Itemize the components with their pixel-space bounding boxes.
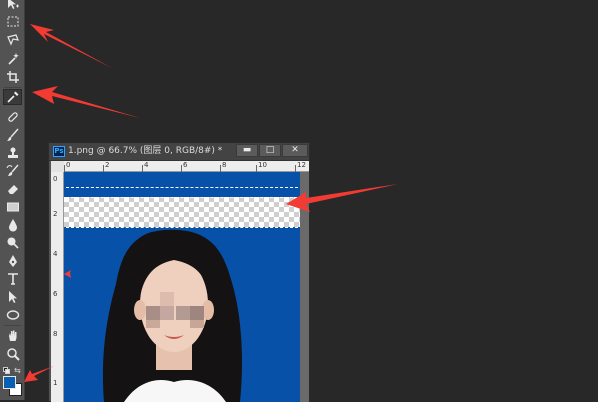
restore-button[interactable]: □ [259,144,281,157]
type-icon[interactable] [3,271,22,287]
vertical-ruler[interactable]: 0 2 4 6 8 1 [51,172,64,402]
eyedropper-icon[interactable] [3,89,22,105]
document-titlebar[interactable]: Ps 1.png @ 66.7% (图层 0, RGB/8#) * ▬ □ ✕ [49,143,309,161]
ruler-label: 8 [53,330,58,338]
photoshop-icon: Ps [53,146,65,157]
ruler-label: 12 [297,161,306,169]
scrollbar-track[interactable] [300,172,309,402]
horizontal-ruler[interactable]: 0 2 4 6 8 10 12 [64,161,309,172]
ruler-origin[interactable] [51,161,64,172]
ruler-label: 2 [53,210,58,218]
magic-wand-icon[interactable] [3,51,22,67]
history-brush-icon[interactable] [3,163,22,179]
ruler-label: 1 [53,379,58,387]
zoom-icon[interactable] [3,346,22,362]
polygonal-lasso-icon[interactable] [3,32,22,48]
ruler-label: 0 [66,161,71,169]
ruler-tick [64,165,65,172]
dodge-icon[interactable] [3,235,22,251]
hand-icon[interactable] [3,328,22,344]
clone-stamp-icon[interactable] [3,145,22,161]
ruler-label: 0 [53,175,58,183]
path-selection-icon[interactable] [3,289,22,305]
healing-brush-icon[interactable] [3,109,22,125]
ruler-tick [256,165,257,172]
foreground-color-swatch[interactable] [3,376,16,389]
ruler-label: 6 [53,290,58,298]
swap-colors-icon[interactable]: ⇆ [14,367,21,375]
document-title: 1.png @ 66.7% (图层 0, RGB/8#) * [68,146,223,156]
ruler-tick [181,165,182,172]
document-canvas[interactable] [64,172,300,402]
ruler-tick [220,165,221,172]
move-tool-icon[interactable] [3,0,22,12]
tool-separator [4,325,21,326]
blur-icon[interactable] [3,217,22,233]
tools-panel: ⇆ [0,0,25,400]
eraser-icon[interactable] [3,181,22,197]
ruler-label: 4 [144,161,149,169]
ruler-tick [295,165,296,172]
close-button[interactable]: ✕ [282,144,308,157]
rectangular-marquee-icon[interactable] [3,14,22,30]
ruler-label: 10 [258,161,267,169]
crop-icon[interactable] [3,69,22,85]
ruler-tick [103,165,104,172]
tool-separator [4,87,21,88]
ruler-label: 4 [53,250,58,258]
ruler-label: 2 [105,161,110,169]
document-window: Ps 1.png @ 66.7% (图层 0, RGB/8#) * ▬ □ ✕ … [48,142,310,402]
brush-icon[interactable] [3,127,22,143]
ruler-label: 6 [183,161,188,169]
ellipse-icon[interactable] [3,307,22,323]
gradient-icon[interactable] [3,199,22,215]
default-colors-icon[interactable] [3,367,10,374]
minimize-button[interactable]: ▬ [236,144,258,157]
ruler-label: 8 [222,161,227,169]
portrait-photo [102,229,242,402]
pen-icon[interactable] [3,253,22,269]
ruler-tick [142,165,143,172]
